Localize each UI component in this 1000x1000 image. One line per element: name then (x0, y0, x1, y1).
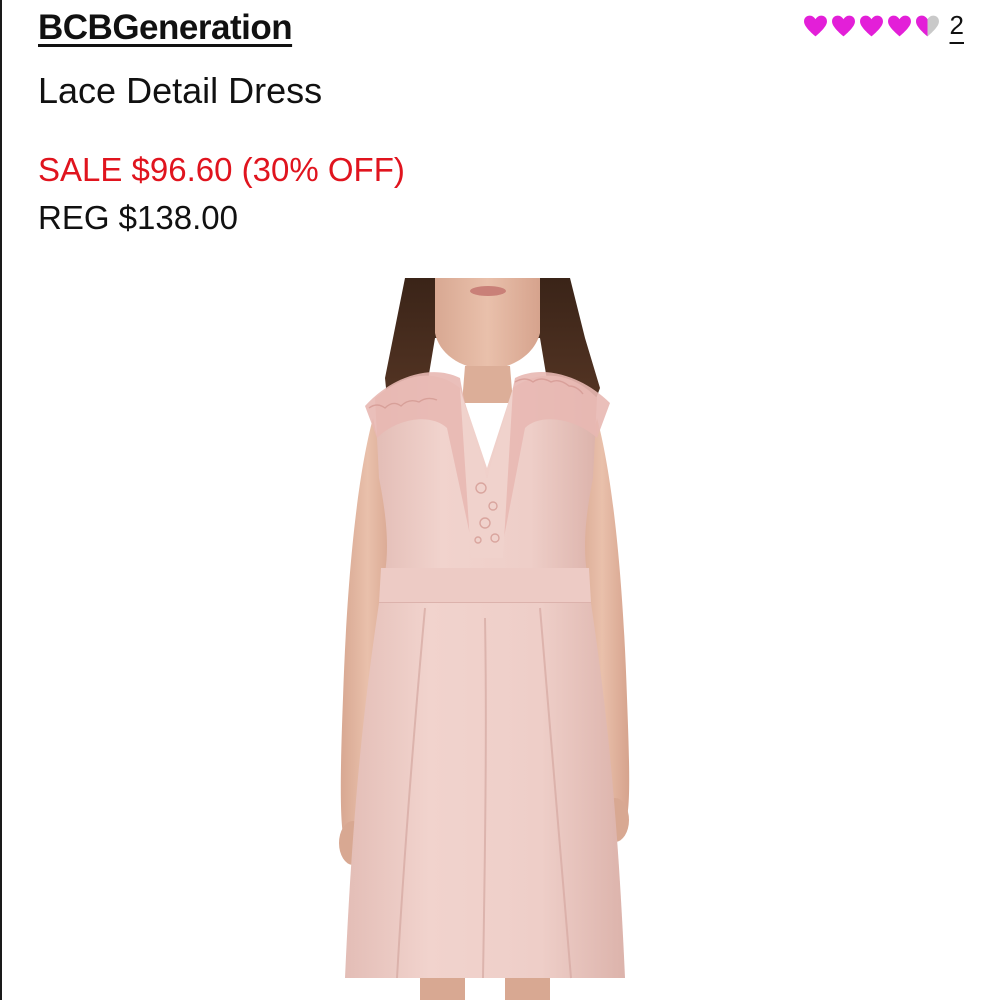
sale-price: SALE $96.60 (30% OFF) (38, 151, 405, 188)
regular-price: REG $138.00 (38, 199, 238, 236)
half-heart-icon (915, 15, 939, 36)
heart-icon (831, 15, 855, 36)
heart-icon (803, 15, 827, 36)
product-image (335, 278, 635, 1000)
rating-widget[interactable]: 2 (803, 10, 964, 41)
heart-icon (887, 15, 911, 36)
left-border (0, 0, 2, 1000)
brand-link[interactable]: BCBGeneration (38, 8, 293, 48)
review-count-link[interactable]: 2 (950, 10, 964, 41)
rating-hearts (803, 14, 940, 38)
heart-icon (859, 15, 883, 36)
product-title: Lace Detail Dress (38, 70, 323, 111)
dress-photo (339, 278, 630, 1000)
